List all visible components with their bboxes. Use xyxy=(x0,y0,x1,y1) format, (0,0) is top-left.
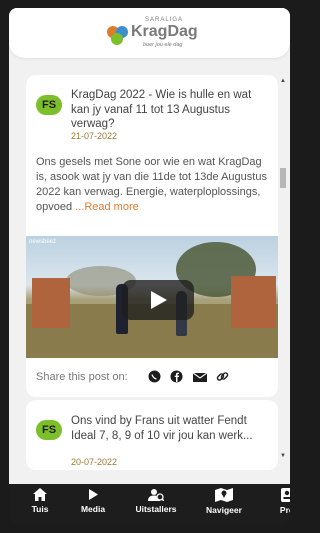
post-date: 21-07-2022 xyxy=(71,131,118,141)
phone-frame: SARALIGA KragDag boer jou eie dag FS Kra… xyxy=(9,8,290,524)
play-icon xyxy=(151,291,167,309)
kragdag-logo-icon xyxy=(107,26,128,45)
home-icon xyxy=(33,488,47,501)
scroll-down-icon[interactable]: ▼ xyxy=(280,453,286,459)
brand-tagline: boer jou eie dag xyxy=(143,42,183,48)
post-excerpt: Ons gesels met Sone oor wie en wat KragD… xyxy=(36,155,272,215)
people-icon xyxy=(148,489,164,501)
video-channel-logo: newsbeez xyxy=(29,239,57,245)
video-play-button[interactable] xyxy=(122,280,194,320)
nav-label: Pro xyxy=(279,505,290,515)
facebook-icon[interactable] xyxy=(170,370,183,388)
nav-label: Tuis xyxy=(31,504,49,514)
post-date: 20-07-2022 xyxy=(71,457,118,467)
whatsapp-icon[interactable] xyxy=(148,370,161,388)
nav-item-pro[interactable]: Pro xyxy=(272,486,290,515)
nav-item-tuis[interactable]: Tuis xyxy=(23,486,57,514)
scroll-thumb[interactable] xyxy=(280,168,286,188)
nav-label: Navigeer xyxy=(206,505,242,515)
nav-item-media[interactable]: Media xyxy=(76,486,110,514)
author-badge: FS xyxy=(36,420,62,440)
scrollbar[interactable]: ▲ ▼ xyxy=(280,78,286,478)
brand-name: KragDag xyxy=(131,23,198,40)
nav-label: Uitstallers xyxy=(135,504,177,514)
app-header: SARALIGA KragDag boer jou eie dag xyxy=(9,8,290,58)
post-card[interactable]: FS KragDag 2022 - Wie is hulle en wat ka… xyxy=(26,75,278,397)
share-label: Share this post on: xyxy=(36,371,128,383)
author-badge: FS xyxy=(36,95,62,115)
video-scene-wall xyxy=(231,276,276,328)
post-excerpt-text: Ons gesels met Sone oor wie en wat KragD… xyxy=(36,156,267,213)
nav-label: Media xyxy=(80,504,106,514)
nav-item-uitstallers[interactable]: Uitstallers xyxy=(129,486,183,514)
read-more-link[interactable]: ...Read more xyxy=(75,201,139,213)
link-icon[interactable] xyxy=(216,370,229,388)
author-badge-text: FS xyxy=(41,424,57,436)
scroll-up-icon[interactable]: ▲ xyxy=(280,78,286,84)
play-icon xyxy=(89,489,98,500)
nav-item-navigeer[interactable]: Navigeer xyxy=(202,486,246,515)
kragdag-logo[interactable]: SARALIGA KragDag boer jou eie dag xyxy=(105,14,205,52)
bottom-nav: Tuis Media Uitstallers Navigeer Pro xyxy=(9,484,290,524)
share-icons xyxy=(148,370,234,384)
post-title[interactable]: Ons vind by Frans uit watter Fendt Ideal… xyxy=(71,414,271,443)
profile-icon xyxy=(281,488,290,502)
author-badge-text: FS xyxy=(41,99,57,111)
app-screen: SARALIGA KragDag boer jou eie dag FS Kra… xyxy=(9,8,290,484)
video-player[interactable]: newsbeez xyxy=(26,236,278,358)
map-icon xyxy=(215,488,233,502)
email-icon[interactable] xyxy=(192,370,208,388)
video-scene-wall xyxy=(32,278,70,328)
post-card[interactable]: FS Ons vind by Frans uit watter Fendt Id… xyxy=(26,400,278,470)
post-title[interactable]: KragDag 2022 - Wie is hulle en wat kan j… xyxy=(71,88,271,132)
